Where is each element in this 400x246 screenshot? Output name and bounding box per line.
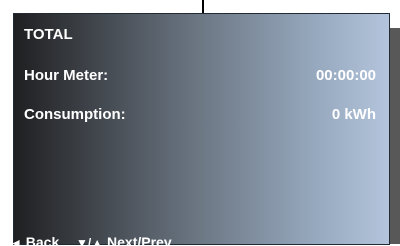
back-label: Back xyxy=(25,234,60,246)
navigation-hint: ◄ Back ▼/▲ Next/Prev xyxy=(10,234,172,246)
consumption-value: 0 kWh xyxy=(331,106,376,123)
up-down-arrows-icon: ▼/▲ xyxy=(76,236,104,246)
screen-title: TOTAL xyxy=(24,26,73,43)
back-arrow-icon: ◄ xyxy=(10,236,22,246)
consumption-label: Consumption: xyxy=(24,106,126,123)
next-prev-label: Next/Prev xyxy=(107,234,172,246)
hour-meter-value: 00:00:00 xyxy=(315,67,376,84)
hour-meter-row: Hour Meter: 00:00:00 xyxy=(24,67,376,85)
lcd-screen: TOTAL Hour Meter: 00:00:00 Consumption: … xyxy=(13,13,390,245)
hour-meter-label: Hour Meter: xyxy=(24,67,109,84)
consumption-row: Consumption: 0 kWh xyxy=(24,106,376,124)
display-connector-line xyxy=(202,0,204,14)
